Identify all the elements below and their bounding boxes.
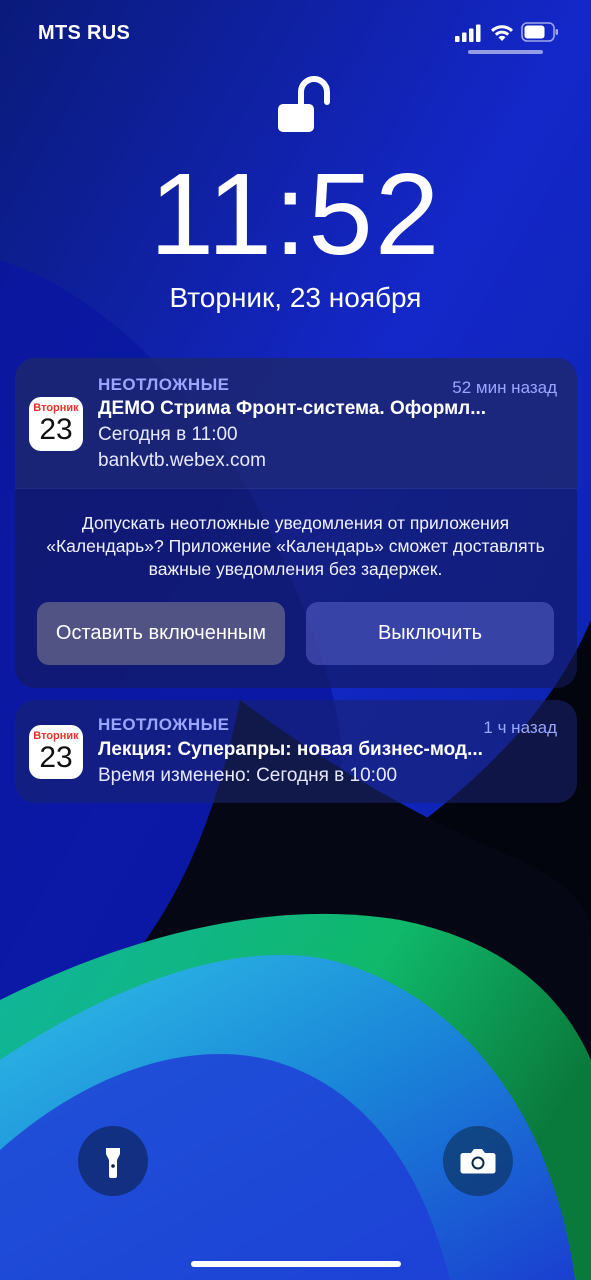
- notification-title: ДЕМО Стрима Фронт-система. Оформл...: [98, 398, 487, 419]
- calendar-icon-date: 23: [39, 413, 73, 446]
- divider: [15, 488, 577, 489]
- date-label: Вторник, 23 ноября: [169, 282, 422, 313]
- home-indicator[interactable]: [191, 1261, 401, 1267]
- camera-button[interactable]: [443, 1126, 513, 1196]
- flashlight-button[interactable]: [78, 1126, 148, 1196]
- notification-time: 52 мин назад: [452, 378, 557, 397]
- notification-title: Лекция: Суперапры: новая бизнес-мод...: [98, 739, 483, 760]
- calendar-icon: Вторник 23: [29, 397, 83, 451]
- notification-subtitle: Сегодня в 11:00: [98, 424, 238, 445]
- clock-time: 11:52: [149, 149, 442, 279]
- wifi-icon: [491, 25, 513, 41]
- turn-off-button[interactable]: Выключить: [306, 602, 554, 665]
- camera-icon: [460, 1149, 496, 1174]
- carrier-name: MTS RUS: [38, 22, 131, 44]
- notification-body: bankvtb.webex.com: [98, 450, 266, 471]
- flashlight-icon: [106, 1148, 120, 1178]
- calendar-icon-date: 23: [39, 741, 73, 774]
- notification-time: 1 ч назад: [483, 718, 557, 737]
- cellular-signal-icon: [455, 24, 481, 42]
- battery-icon: [521, 22, 558, 42]
- unlocked-padlock-icon: [278, 76, 330, 132]
- urgent-notifications-prompt: Допускать неотложные уведомления от прил…: [46, 513, 545, 579]
- keep-enabled-button[interactable]: Оставить включенным: [37, 602, 285, 665]
- control-center-indicator[interactable]: [468, 50, 543, 54]
- notification-app-label: НЕОТЛОЖНЫЕ: [98, 375, 230, 394]
- notification-body: Время изменено: Сегодня в 10:00: [98, 765, 398, 786]
- calendar-icon: Вторник 23: [29, 725, 83, 779]
- notification-app-label: НЕОТЛОЖНЫЕ: [98, 715, 230, 734]
- status-bar: MTS RUS: [0, 0, 591, 70]
